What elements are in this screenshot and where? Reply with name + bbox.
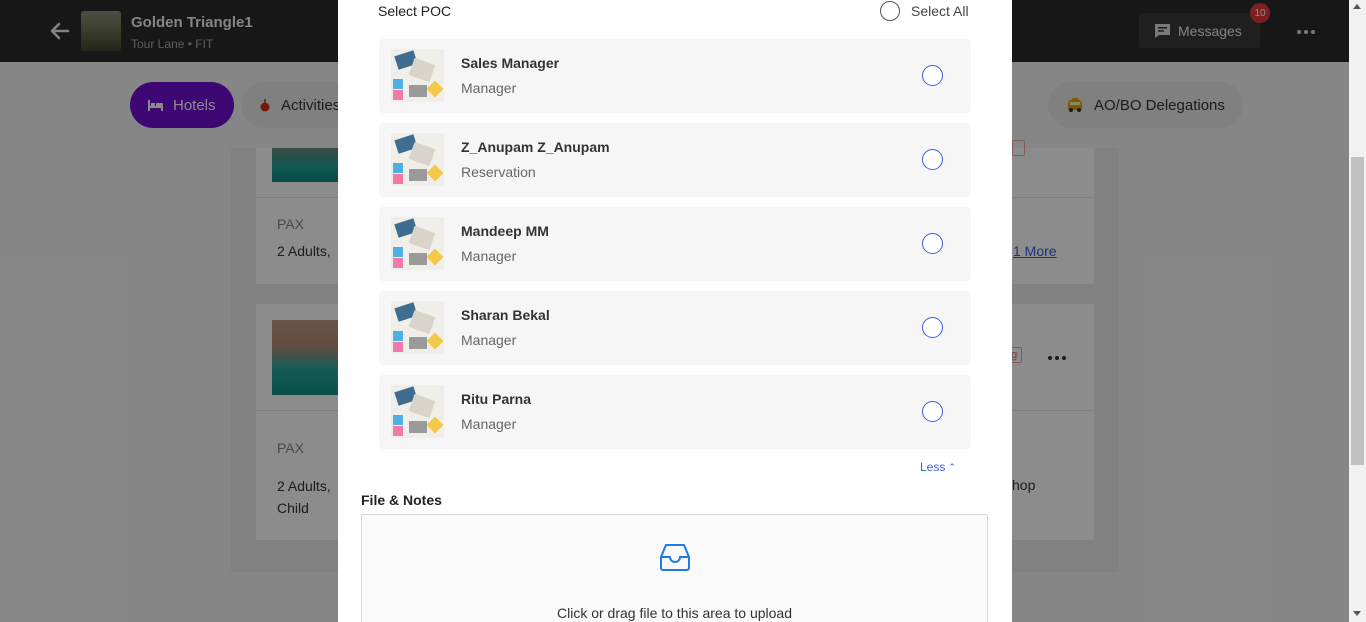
poc-select-radio[interactable]: [922, 401, 943, 422]
inbox-icon: [660, 544, 690, 571]
poc-role: Manager: [461, 80, 517, 96]
poc-name: Mandeep MM: [461, 223, 549, 239]
avatar: [391, 133, 444, 186]
poc-list-item[interactable]: Mandeep MM Manager: [379, 207, 971, 281]
avatar: [391, 49, 444, 102]
select-all-radio[interactable]: Select All: [880, 0, 969, 22]
poc-role: Manager: [461, 416, 517, 432]
select-all-radio-circle[interactable]: [880, 1, 900, 21]
poc-name: Z_Anupam Z_Anupam: [461, 139, 610, 155]
poc-list-item[interactable]: Z_Anupam Z_Anupam Reservation: [379, 123, 971, 197]
scroll-thumb[interactable]: [1351, 157, 1364, 465]
poc-role: Reservation: [461, 164, 536, 180]
poc-role: Manager: [461, 248, 517, 264]
poc-select-radio[interactable]: [922, 317, 943, 338]
poc-select-radio[interactable]: [922, 149, 943, 170]
poc-name: Sharan Bekal: [461, 307, 550, 323]
avatar: [391, 217, 444, 270]
file-notes-heading: File & Notes: [361, 492, 442, 508]
file-upload-dropzone[interactable]: Click or drag file to this area to uploa…: [361, 514, 988, 622]
poc-select-radio[interactable]: [922, 65, 943, 86]
scroll-up-icon[interactable]: [1353, 4, 1361, 9]
select-all-label: Select All: [911, 3, 969, 19]
poc-select-radio[interactable]: [922, 233, 943, 254]
poc-list-item[interactable]: Ritu Parna Manager: [379, 375, 971, 449]
poc-name: Ritu Parna: [461, 391, 532, 407]
avatar: [391, 385, 444, 438]
poc-list-item[interactable]: Sharan Bekal Manager: [379, 291, 971, 365]
page-scrollbar[interactable]: [1349, 0, 1366, 622]
avatar: [391, 301, 444, 354]
dropzone-instructions: Click or drag file to this area to uploa…: [556, 605, 792, 621]
assign-poc-modal: Select POC Select All Sales Manager Mana…: [338, 0, 1012, 622]
poc-role: Manager: [461, 332, 517, 348]
select-poc-heading: Select POC: [378, 3, 452, 19]
poc-name: Sales Manager: [461, 55, 560, 71]
show-less-label: Less: [920, 460, 946, 474]
chevron-up-icon: ⌃: [948, 461, 956, 472]
poc-list-item[interactable]: Sales Manager Manager: [379, 39, 971, 113]
scroll-down-icon[interactable]: [1353, 611, 1361, 616]
show-less-link[interactable]: Less ⌃: [920, 460, 956, 474]
